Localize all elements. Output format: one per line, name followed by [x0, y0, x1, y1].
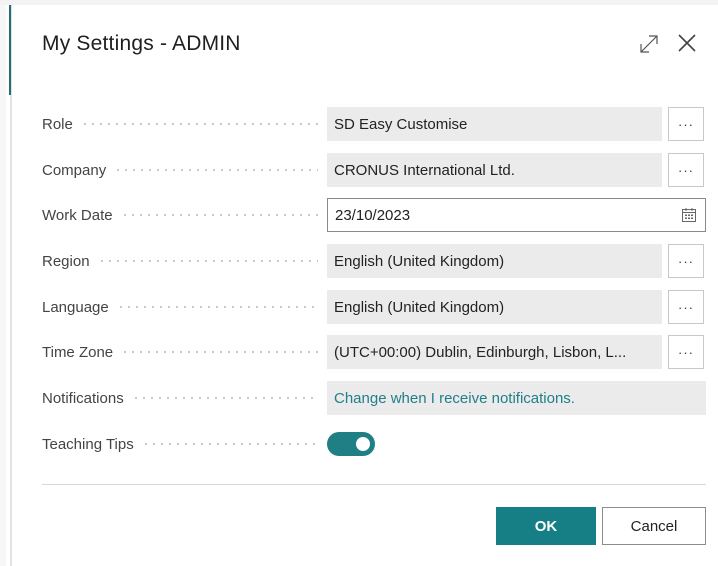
language-field[interactable]: English (United Kingdom) [327, 290, 662, 324]
calendar-icon[interactable] [681, 207, 697, 223]
close-icon[interactable] [676, 32, 698, 54]
work-date-input[interactable]: 23/10/2023 [327, 198, 706, 232]
cancel-button[interactable]: Cancel [602, 507, 706, 545]
notifications-link[interactable]: Change when I receive notifications. [327, 381, 706, 415]
role-field[interactable]: SD Easy Customise [327, 107, 662, 141]
teaching-tips-toggle[interactable] [327, 432, 375, 456]
work-date-label: Work Date [42, 206, 113, 224]
teaching-tips-row: Teaching Tips [42, 427, 706, 461]
dot-leader [120, 214, 318, 216]
region-field[interactable]: English (United Kingdom) [327, 244, 662, 278]
role-lookup-button[interactable]: ··· [668, 107, 704, 141]
region-label: Region [42, 252, 90, 270]
time-zone-label: Time Zone [42, 343, 114, 361]
language-lookup-button[interactable]: ··· [668, 290, 704, 324]
notifications-label: Notifications [42, 389, 124, 407]
work-date-value: 23/10/2023 [335, 206, 411, 224]
time-zone-lookup-button[interactable]: ··· [668, 335, 704, 369]
expand-icon[interactable] [638, 33, 660, 55]
dot-leader [116, 306, 318, 308]
language-row: Language English (United Kingdom) ··· [42, 290, 706, 324]
time-zone-field[interactable]: (UTC+00:00) Dublin, Edinburgh, Lisbon, L… [327, 335, 662, 369]
dialog-title: My Settings - ADMIN [42, 32, 241, 55]
region-row: Region English (United Kingdom) ··· [42, 244, 706, 278]
company-field[interactable]: CRONUS International Ltd. [327, 153, 662, 187]
role-row: Role SD Easy Customise ··· [42, 107, 706, 141]
toggle-knob [356, 437, 370, 451]
language-label: Language [42, 298, 109, 316]
footer-divider [42, 484, 706, 485]
teaching-tips-label: Teaching Tips [42, 435, 134, 453]
time-zone-row: Time Zone (UTC+00:00) Dublin, Edinburgh,… [42, 335, 706, 369]
work-date-row: Work Date 23/10/2023 [42, 198, 706, 232]
company-lookup-button[interactable]: ··· [668, 153, 704, 187]
company-row: Company CRONUS International Ltd. ··· [42, 153, 706, 187]
dot-leader [141, 443, 318, 445]
role-label: Role [42, 115, 73, 133]
dot-leader [97, 260, 318, 262]
background-page-edge [0, 5, 6, 566]
ok-button[interactable]: OK [496, 507, 596, 545]
region-lookup-button[interactable]: ··· [668, 244, 704, 278]
dot-leader [80, 123, 318, 125]
dot-leader [114, 169, 318, 171]
notifications-row: Notifications Change when I receive noti… [42, 381, 706, 415]
dot-leader [121, 351, 318, 353]
dot-leader [131, 397, 318, 399]
background-page-accent [9, 5, 11, 95]
my-settings-dialog: My Settings - ADMIN Role SD Easy Customi… [12, 5, 718, 566]
company-label: Company [42, 161, 107, 179]
